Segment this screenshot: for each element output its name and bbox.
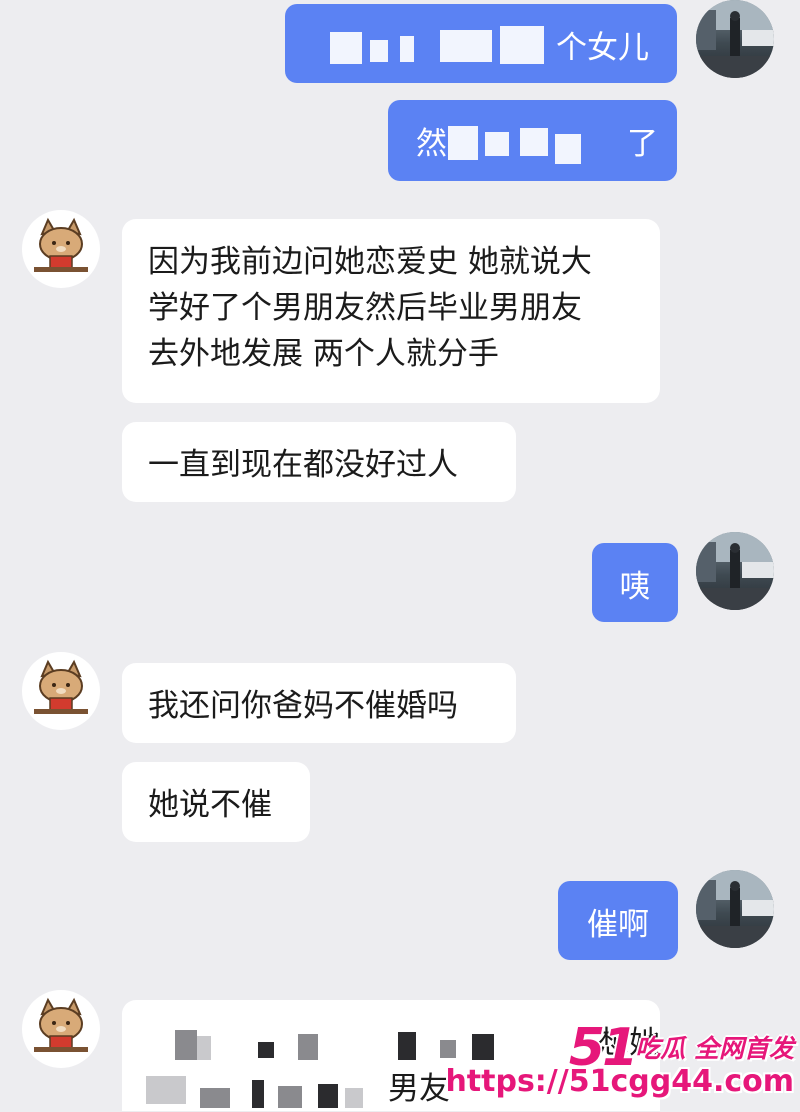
redaction-block xyxy=(398,1032,416,1060)
message-line: 去外地发展 两个人就分手 xyxy=(148,336,499,372)
message-line: 学好了个男朋友然后毕业男朋友 xyxy=(148,290,582,326)
redaction-block xyxy=(400,36,414,62)
outgoing-message-bubble[interactable]: 催啊 xyxy=(558,881,678,960)
redaction-block xyxy=(520,128,548,156)
redaction-block xyxy=(440,1040,456,1058)
redaction-block xyxy=(252,1080,264,1108)
self-avatar[interactable] xyxy=(696,0,774,78)
watermark-url: https://51cgg44.com xyxy=(445,1064,794,1099)
redaction-block xyxy=(258,1042,274,1058)
incoming-message-bubble[interactable]: 她说不催 xyxy=(122,762,310,842)
redaction-block xyxy=(472,1034,494,1060)
cat-avatar-icon xyxy=(34,217,88,272)
incoming-message-bubble[interactable]: 一直到现在都没好过人 xyxy=(122,422,516,502)
contact-avatar[interactable] xyxy=(22,990,100,1068)
watermark-brand-text: 吃瓜 全网首发 xyxy=(635,1034,794,1063)
self-avatar[interactable] xyxy=(696,532,774,610)
redaction-block xyxy=(440,30,492,62)
photo-avatar xyxy=(696,0,774,78)
redaction-block xyxy=(500,26,544,64)
photo-avatar xyxy=(696,870,774,948)
outgoing-message-bubble[interactable]: 咦 xyxy=(592,543,678,622)
message-line: 因为我前边问她恋爱史 她就说大 xyxy=(148,244,592,280)
chat-conversation: 个女儿 然了 因为我前边问她恋爱史 她就说大 学好了个男朋友然后毕业男朋友 去外… xyxy=(0,0,800,1111)
cat-avatar-icon xyxy=(34,997,88,1052)
self-avatar[interactable] xyxy=(696,870,774,948)
redaction-block xyxy=(278,1086,302,1108)
photo-avatar xyxy=(696,532,774,610)
redaction-block xyxy=(146,1076,186,1104)
redaction-block xyxy=(448,126,478,160)
message-text: 催啊 xyxy=(587,907,649,943)
redaction-block xyxy=(318,1084,338,1108)
cat-avatar-icon xyxy=(34,659,88,714)
redaction-block xyxy=(298,1034,318,1060)
contact-avatar[interactable] xyxy=(22,652,100,730)
redaction-block xyxy=(485,132,509,156)
redaction-block xyxy=(345,1088,363,1108)
message-line: 男友 xyxy=(388,1071,450,1107)
message-text: 一直到现在都没好过人 xyxy=(148,447,458,483)
message-text: 咦 xyxy=(619,569,651,605)
redaction-block xyxy=(175,1030,197,1060)
redaction-block xyxy=(370,40,388,62)
contact-avatar[interactable] xyxy=(22,210,100,288)
redaction-block xyxy=(330,32,362,64)
redaction-block xyxy=(555,134,581,164)
message-text: 她说不催 xyxy=(148,787,272,823)
redaction-block xyxy=(197,1036,211,1060)
redaction-block xyxy=(200,1088,230,1108)
incoming-message-bubble[interactable]: 因为我前边问她恋爱史 她就说大 学好了个男朋友然后毕业男朋友 去外地发展 两个人… xyxy=(122,219,660,403)
message-text: 我还问你爸妈不催婚吗 xyxy=(148,688,458,724)
incoming-message-bubble[interactable]: 我还问你爸妈不催婚吗 xyxy=(122,663,516,743)
